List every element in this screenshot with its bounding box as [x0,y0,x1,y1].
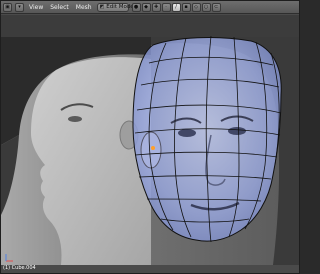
menu-mesh[interactable]: Mesh [74,1,94,14]
solid-shading-icon[interactable]: ● [131,2,141,12]
axis-indicator [5,253,15,265]
selected-vertex[interactable] [151,146,155,150]
viewport-tools: ● ◆ ✚ · / ▪ ◇ ○ ⊂ [131,2,221,12]
edge-select-icon[interactable]: / [171,2,181,12]
editor-type-button[interactable]: ▣ [3,2,12,12]
menu-view[interactable]: View [27,1,45,14]
menu-collapse-button[interactable]: ▾ [15,2,24,12]
viewport-canvas [1,15,299,265]
menu-select[interactable]: Select [48,1,71,14]
3d-viewport[interactable] [1,15,299,265]
limit-selection-icon[interactable]: ◇ [191,2,201,12]
face-select-icon[interactable]: ▪ [181,2,191,12]
vertex-select-icon[interactable]: · [161,2,171,12]
proportional-edit-icon[interactable]: ○ [201,2,211,12]
snap-icon[interactable]: ⊂ [211,2,221,12]
edit-mode-icon: ◩ [99,4,105,10]
mode-dropdown[interactable]: ◩ Edit Mode [96,2,134,12]
triangle-down-icon: ▾ [18,4,21,10]
3d-view-header: ▣ ▾ View Select Mesh ◩ Edit Mode ● ◆ ✚ ·… [1,1,299,14]
mode-label: Edit Mode [106,4,134,10]
pivot-icon[interactable]: ◆ [141,2,151,12]
blender-window: ▣ ▾ View Select Mesh ◩ Edit Mode ● ◆ ✚ ·… [0,0,300,274]
3d-view-icon: ▣ [5,4,10,10]
manipulator-icon[interactable]: ✚ [151,2,161,12]
object-label: (1) Cube.004 [3,265,36,271]
